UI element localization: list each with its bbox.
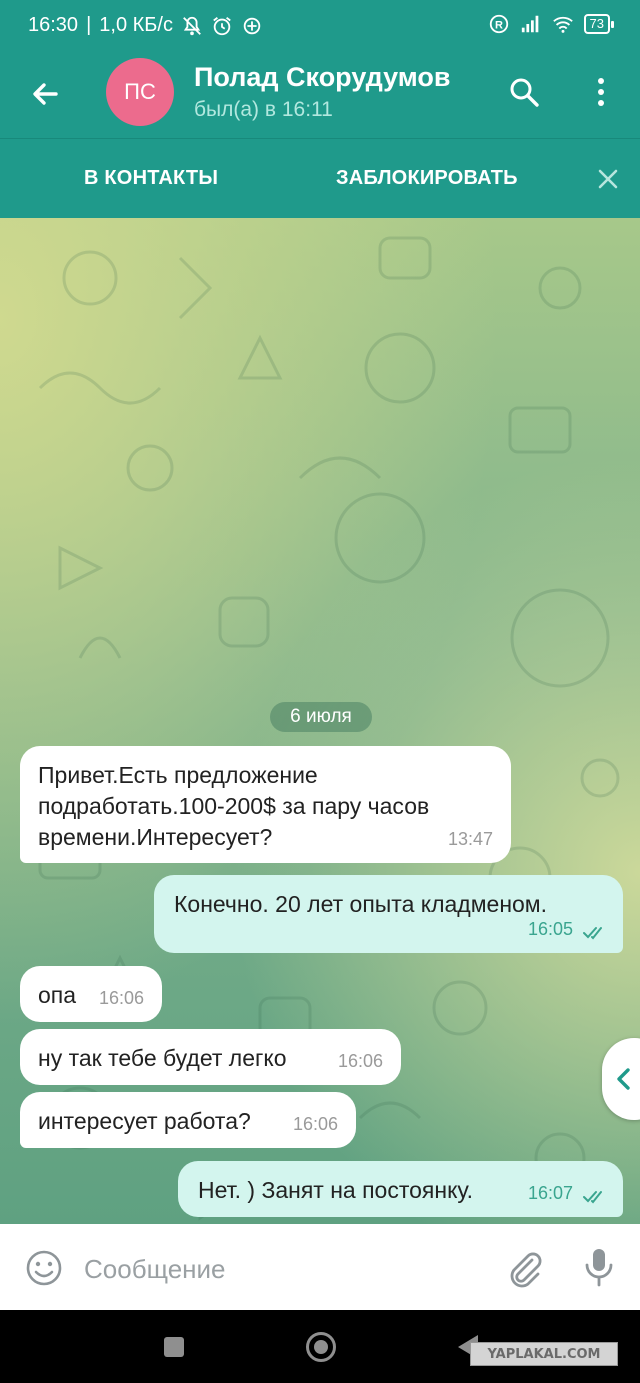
emoji-icon[interactable] <box>24 1248 64 1288</box>
message-input[interactable]: Сообщение <box>84 1254 226 1285</box>
status-bar: 16:30 | 1,0 КБ/с R 73 <box>0 0 640 54</box>
status-divider: | <box>86 14 92 36</box>
alarm-icon <box>213 16 231 35</box>
search-icon[interactable] <box>506 74 542 110</box>
watermark-logo: YAPLAKAL.COM <box>470 1342 618 1366</box>
attach-icon[interactable] <box>504 1248 544 1288</box>
chevron-left-icon <box>617 1068 630 1090</box>
message-input-bar: Сообщение <box>0 1224 640 1310</box>
message-time: 16:06 <box>337 1051 383 1071</box>
recent-apps-button[interactable] <box>164 1337 184 1357</box>
status-right: R 73 <box>488 13 615 35</box>
read-checkmarks-icon <box>583 927 602 940</box>
home-button[interactable] <box>306 1332 336 1362</box>
message-time: 16:06 <box>98 988 144 1008</box>
mute-icon <box>183 16 201 35</box>
message-text: опа <box>38 982 77 1008</box>
contact-action-bar: В КОНТАКТЫ ЗАБЛОКИРОВАТЬ <box>0 138 640 218</box>
back-arrow-icon[interactable] <box>26 74 66 114</box>
status-left: 16:30 | 1,0 КБ/с <box>28 14 263 37</box>
battery-icon: 73 <box>583 14 615 34</box>
chat-area[interactable]: 6 июля Привет.Есть предложение подработа… <box>0 218 640 1224</box>
location-icon <box>243 17 261 34</box>
message-text: Нет. ) Занят на постоянку. <box>198 1177 473 1203</box>
message-time: 16:06 <box>292 1114 338 1134</box>
read-checkmarks-icon <box>583 1191 602 1204</box>
incoming-message[interactable]: ну так тебе будет легко 16:06 <box>20 1029 401 1085</box>
incoming-message[interactable]: Привет.Есть предложение подработать.100-… <box>20 746 511 863</box>
more-menu-icon[interactable] <box>586 74 616 110</box>
message-text: ну так тебе будет легко <box>38 1045 287 1071</box>
message-time: 16:07 <box>527 1183 573 1203</box>
side-panel-handle[interactable] <box>602 1038 640 1120</box>
block-user-button[interactable]: ЗАБЛОКИРОВАТЬ <box>336 167 518 190</box>
message-time: 16:05 <box>527 919 573 939</box>
microphone-icon[interactable] <box>582 1246 616 1288</box>
last-seen-status: был(а) в 16:11 <box>194 98 333 121</box>
contact-name[interactable]: Полад Скорудумов <box>194 62 451 93</box>
wifi-icon <box>552 16 573 33</box>
message-time: 13:47 <box>447 829 493 849</box>
message-text: Привет.Есть предложение подработать.100-… <box>38 762 430 850</box>
status-speed: 1,0 КБ/с <box>99 14 173 36</box>
outgoing-message[interactable]: Конечно. 20 лет опыта кладменом. 16:05 <box>154 875 623 953</box>
chat-header: ПС Полад Скорудумов был(а) в 16:11 <box>0 54 640 138</box>
signal-icon <box>521 15 538 33</box>
outgoing-message[interactable]: Нет. ) Занят на постоянку. 16:07 <box>178 1161 623 1217</box>
date-separator: 6 июля <box>270 702 372 732</box>
svg-text:R: R <box>495 20 503 32</box>
add-to-contacts-button[interactable]: В КОНТАКТЫ <box>84 167 218 190</box>
message-text: Конечно. 20 лет опыта кладменом. <box>174 891 548 917</box>
system-nav-bar: YAPLAKAL.COM <box>0 1310 640 1383</box>
message-text: интересует работа? <box>38 1108 251 1134</box>
roaming-icon: R <box>489 14 508 34</box>
close-icon[interactable] <box>594 165 622 193</box>
incoming-message[interactable]: опа 16:06 <box>20 966 162 1022</box>
incoming-message[interactable]: интересует работа? 16:06 <box>20 1092 356 1148</box>
status-time: 16:30 <box>28 14 79 36</box>
avatar[interactable]: ПС <box>106 58 174 126</box>
